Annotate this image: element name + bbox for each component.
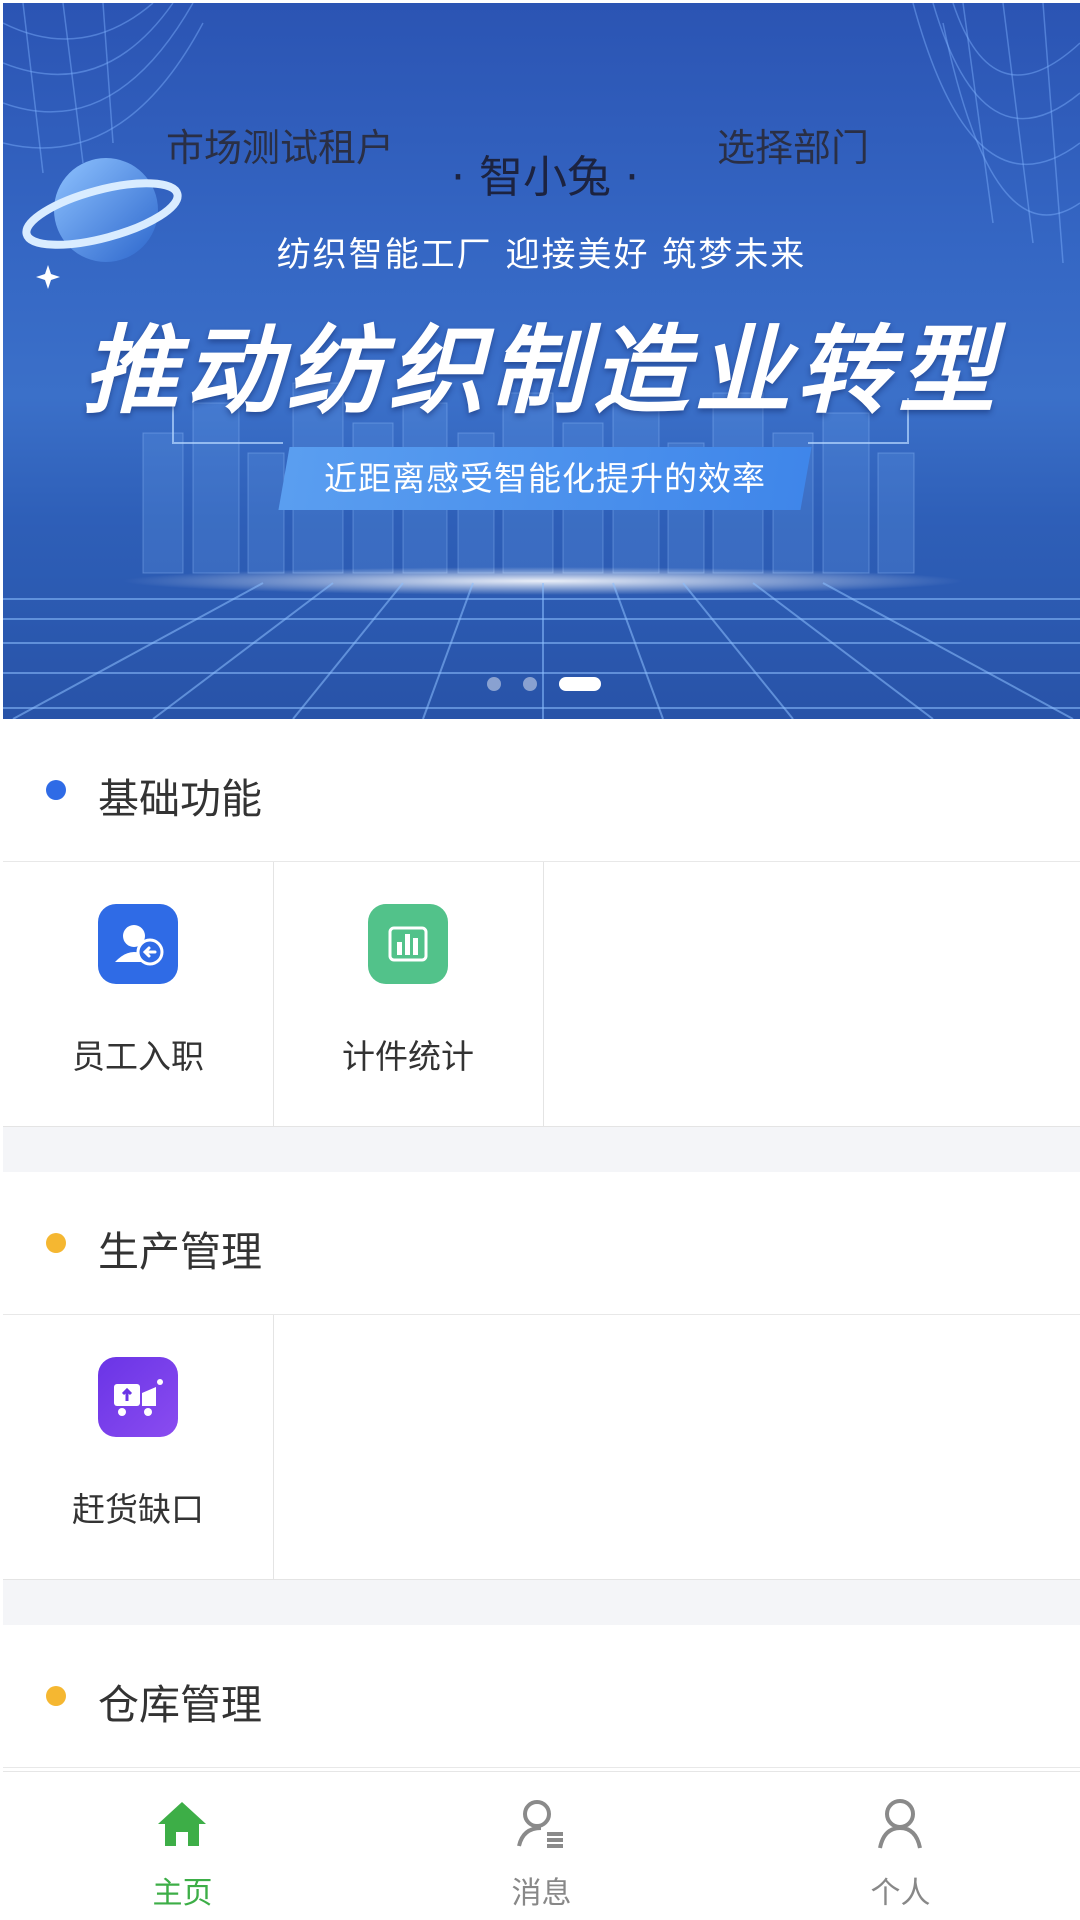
section-title: 仓库管理 [98,1681,262,1729]
grid-item-label: 员工入职 [72,1037,204,1076]
section-gap [3,1580,1080,1625]
grid-item-piece-count[interactable]: 计件统计 [273,862,544,1127]
section-grid-production: 赶货缺口 [3,1314,1080,1581]
section-header-warehouse: 仓库管理 [3,1625,1080,1767]
carousel-dot-active[interactable] [559,677,601,691]
bottom-tab-bar: 主页 消息 个人 [3,1771,1080,1917]
grid-item-label: 计件统计 [342,1037,474,1076]
section-gap [3,1127,1080,1172]
section-header-basic: 基础功能 [3,719,1080,861]
banner-ribbon-text: 近距离感受智能化提升的效率 [324,459,766,498]
employee-onboard-icon [98,904,178,984]
section-dot [46,780,66,800]
bar-chart-icon [368,904,448,984]
carousel-indicator [3,677,1080,691]
grid-item-label: 赶货缺口 [72,1490,204,1529]
grid-item-shipment-gap[interactable]: 赶货缺口 [3,1315,274,1580]
department-selector[interactable]: 选择部门 [717,117,869,172]
carousel-dot[interactable] [487,677,501,691]
hero-banner[interactable]: 市场测试租户 · 智小兔 · 选择部门 纺织智能工厂 迎接美好 筑梦未来 推动纺… [3,3,1080,719]
section-title: 基础功能 [98,775,262,823]
tab-home[interactable]: 主页 [3,1772,362,1917]
banner-slogan: 纺织智能工厂 迎接美好 筑梦未来 [276,235,807,275]
carousel-dot[interactable] [523,677,537,691]
person-icon [878,1799,922,1849]
section-dot [46,1686,66,1706]
grid-empty-cell [543,862,1080,1127]
tab-label: 消息 [511,1876,572,1911]
app-page: 市场测试租户 · 智小兔 · 选择部门 纺织智能工厂 迎接美好 筑梦未来 推动纺… [3,3,1080,1917]
app-name: · 智小兔 · [451,152,639,203]
section-dot [46,1233,66,1253]
banner-headline: 推动纺织制造业转型 [82,315,1001,427]
section-title: 生产管理 [98,1228,262,1276]
tab-label: 个人 [870,1876,931,1911]
tab-messages[interactable]: 消息 [362,1772,721,1917]
home-icon [158,1802,206,1846]
tab-label: 主页 [152,1876,213,1911]
message-user-icon [517,1800,563,1848]
tenant-selector[interactable]: 市场测试租户 [166,117,394,172]
delivery-truck-icon [98,1357,178,1437]
tab-profile[interactable]: 个人 [721,1772,1080,1917]
section-header-production: 生产管理 [3,1172,1080,1314]
section-grid-basic: 员工入职 计件统计 [3,861,1080,1128]
grid-empty-cell [273,1315,1080,1580]
grid-item-employee-onboard[interactable]: 员工入职 [3,862,274,1127]
